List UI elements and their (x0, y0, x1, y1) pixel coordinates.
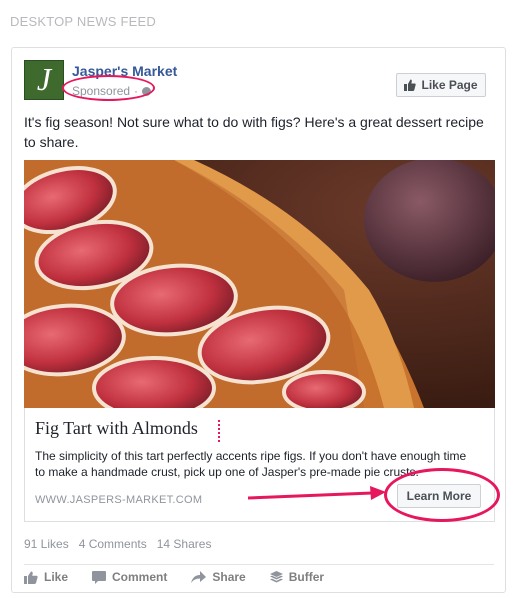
post-actions: Like Comment Share Buffer (24, 570, 348, 584)
link-title[interactable]: Fig Tart with Almonds (35, 418, 198, 439)
learn-more-highlight-ring (384, 468, 500, 522)
title-edit-marker (218, 420, 220, 442)
section-label: DESKTOP NEWS FEED (10, 14, 156, 29)
like-action[interactable]: Like (24, 570, 68, 584)
avatar-logo: J (36, 61, 52, 97)
buffer-icon (269, 570, 283, 582)
link-domain: WWW.JASPERS-MARKET.COM (35, 494, 203, 506)
sponsored-post-card: J Jasper's Market Sponsored · Like Page … (11, 47, 506, 593)
likes-count[interactable]: 91 Likes (24, 537, 69, 551)
post-image[interactable] (24, 160, 495, 408)
engagement-stats: 91 Likes 4 Comments 14 Shares (24, 537, 211, 551)
shares-count[interactable]: 14 Shares (157, 537, 212, 551)
fig-tart-image (24, 160, 495, 408)
share-action[interactable]: Share (191, 570, 246, 584)
highlight-arrow (248, 486, 386, 500)
share-icon (191, 571, 207, 583)
page-avatar[interactable]: J (24, 60, 64, 100)
comment-action[interactable]: Comment (92, 570, 167, 584)
like-page-button[interactable]: Like Page (396, 73, 486, 97)
like-label: Like (44, 570, 69, 584)
thumbs-up-icon (404, 79, 417, 91)
sponsored-highlight-ring (62, 75, 155, 101)
share-label: Share (212, 570, 246, 584)
post-text: It's fig season! Not sure what to do wit… (24, 114, 484, 150)
like-page-label: Like Page (421, 78, 478, 92)
thumbs-up-icon (24, 571, 38, 584)
comments-count[interactable]: 4 Comments (79, 537, 147, 551)
comment-icon (92, 570, 107, 584)
actions-divider (24, 564, 494, 565)
buffer-label: Buffer (288, 570, 325, 584)
buffer-action[interactable]: Buffer (269, 570, 325, 584)
post-header: J Jasper's Market Sponsored · Like Page (24, 60, 494, 102)
comment-label: Comment (112, 570, 168, 584)
